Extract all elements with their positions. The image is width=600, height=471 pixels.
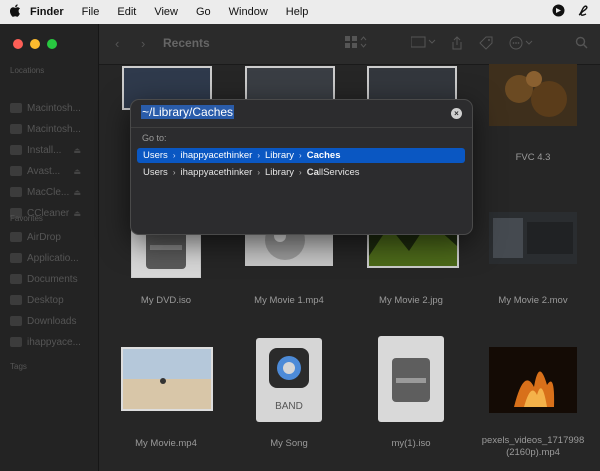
sidebar-item-applications[interactable]: Applicatio... bbox=[10, 250, 95, 266]
file-name: my(1).iso bbox=[391, 438, 431, 449]
chevron-right-icon: › bbox=[257, 151, 260, 160]
eject-icon[interactable]: ⏏ bbox=[73, 209, 81, 218]
sidebar-item-location[interactable]: MacCle... ⏏ bbox=[10, 184, 95, 200]
downloads-icon bbox=[10, 316, 22, 326]
eject-icon[interactable]: ⏏ bbox=[73, 146, 81, 155]
chevron-right-icon: › bbox=[257, 168, 260, 177]
menu-edit[interactable]: Edit bbox=[117, 6, 136, 18]
sidebar: Locations Macintosh... Macintosh... Inst… bbox=[0, 24, 99, 471]
menu-finder[interactable]: Finder bbox=[30, 6, 64, 18]
airdrop-icon bbox=[10, 232, 22, 242]
sidebar-item-location[interactable]: Macintosh... bbox=[10, 121, 95, 137]
file-name: My Movie 1.mp4 bbox=[254, 295, 324, 306]
disk-image-icon[interactable] bbox=[378, 336, 444, 422]
file-name: My Song bbox=[270, 438, 308, 449]
file-name: My Movie 2.jpg bbox=[379, 295, 443, 306]
file-thumbnail[interactable] bbox=[489, 64, 577, 126]
sidebar-header-tags: Tags bbox=[10, 362, 27, 371]
disk-icon bbox=[10, 103, 22, 113]
clear-icon[interactable]: × bbox=[451, 108, 462, 119]
menu-file[interactable]: File bbox=[82, 6, 100, 18]
disk-icon bbox=[10, 187, 22, 197]
menu-go[interactable]: Go bbox=[196, 6, 211, 18]
back-button[interactable]: ‹ bbox=[115, 36, 119, 51]
sidebar-item-location[interactable]: Avast... ⏏ bbox=[10, 163, 95, 179]
chevron-right-icon: › bbox=[299, 168, 302, 177]
path-input[interactable]: ~/Library/Caches bbox=[141, 105, 457, 123]
chevron-right-icon: › bbox=[299, 151, 302, 160]
eject-icon[interactable]: ⏏ bbox=[73, 167, 81, 176]
window-title: Recents bbox=[163, 36, 210, 50]
section-label: Go to: bbox=[142, 133, 167, 143]
menu-help[interactable]: Help bbox=[286, 6, 309, 18]
search-icon[interactable] bbox=[575, 36, 588, 52]
sidebar-header-locations: Locations bbox=[10, 66, 45, 75]
group-icon[interactable] bbox=[410, 36, 437, 51]
close-window-button[interactable] bbox=[13, 39, 23, 49]
file-name: FVC 4.3 bbox=[515, 152, 551, 163]
suggestion-item[interactable]: Users › ihappyacethinker › Library › Cac… bbox=[137, 148, 465, 163]
sidebar-item-location[interactable]: Macintosh... bbox=[10, 100, 95, 116]
menu-bar: Finder File Edit View Go Window Help bbox=[0, 0, 600, 24]
menu-view[interactable]: View bbox=[154, 6, 178, 18]
go-to-folder-dialog: ~/Library/Caches × Go to: Users › ihappy… bbox=[130, 99, 473, 235]
suggestion-item[interactable]: Users › ihappyacethinker › Library › Ca l… bbox=[137, 165, 465, 180]
disk-icon bbox=[10, 166, 22, 176]
divider bbox=[131, 127, 472, 128]
window-controls bbox=[13, 39, 57, 49]
status-app-icon[interactable] bbox=[552, 4, 565, 20]
apple-menu-icon[interactable] bbox=[0, 4, 30, 20]
desktop-icon bbox=[10, 295, 22, 305]
zoom-window-button[interactable] bbox=[47, 39, 57, 49]
sidebar-item-home[interactable]: ihappyace... bbox=[10, 334, 95, 350]
sidebar-item-desktop[interactable]: Desktop bbox=[10, 292, 95, 308]
file-type-badge: BAND bbox=[275, 401, 303, 412]
sidebar-item-documents[interactable]: Documents bbox=[10, 271, 95, 287]
chevron-right-icon: › bbox=[172, 168, 176, 177]
document-icon bbox=[10, 274, 22, 284]
minimize-window-button[interactable] bbox=[30, 39, 40, 49]
finder-window: Locations Macintosh... Macintosh... Inst… bbox=[0, 24, 600, 471]
view-grid-icon[interactable] bbox=[345, 36, 367, 51]
sidebar-item-location[interactable]: Install... ⏏ bbox=[10, 142, 95, 158]
status-script-icon[interactable] bbox=[577, 4, 590, 20]
menu-window[interactable]: Window bbox=[229, 6, 268, 18]
file-name: My DVD.iso bbox=[140, 295, 192, 306]
forward-button[interactable]: › bbox=[141, 36, 145, 51]
sidebar-header-favorites: Favorites bbox=[10, 214, 43, 223]
eject-icon[interactable]: ⏏ bbox=[73, 188, 81, 197]
sidebar-item-airdrop[interactable]: AirDrop bbox=[10, 229, 95, 245]
home-icon bbox=[10, 337, 22, 347]
tag-icon[interactable] bbox=[479, 36, 493, 53]
share-icon[interactable] bbox=[451, 36, 463, 53]
file-name: My Movie.mp4 bbox=[135, 438, 197, 449]
file-thumbnail[interactable] bbox=[121, 347, 213, 411]
file-thumbnail[interactable] bbox=[489, 347, 577, 413]
path-input-value: ~/Library/Caches bbox=[141, 105, 235, 119]
disk-icon bbox=[10, 145, 22, 155]
disk-icon bbox=[10, 124, 22, 134]
sidebar-item-downloads[interactable]: Downloads bbox=[10, 313, 95, 329]
file-name: My Movie 2.mov bbox=[498, 295, 568, 306]
action-menu-icon[interactable] bbox=[509, 36, 535, 53]
file-thumbnail[interactable] bbox=[489, 212, 577, 264]
chevron-right-icon: › bbox=[172, 151, 176, 160]
file-name: (2160p).mp4 bbox=[506, 447, 560, 458]
toolbar: ‹ › Recents bbox=[99, 24, 600, 65]
music-file-icon[interactable]: BAND bbox=[256, 338, 322, 422]
applications-icon bbox=[10, 253, 22, 263]
file-name: pexels_videos_1717998 bbox=[481, 435, 585, 446]
